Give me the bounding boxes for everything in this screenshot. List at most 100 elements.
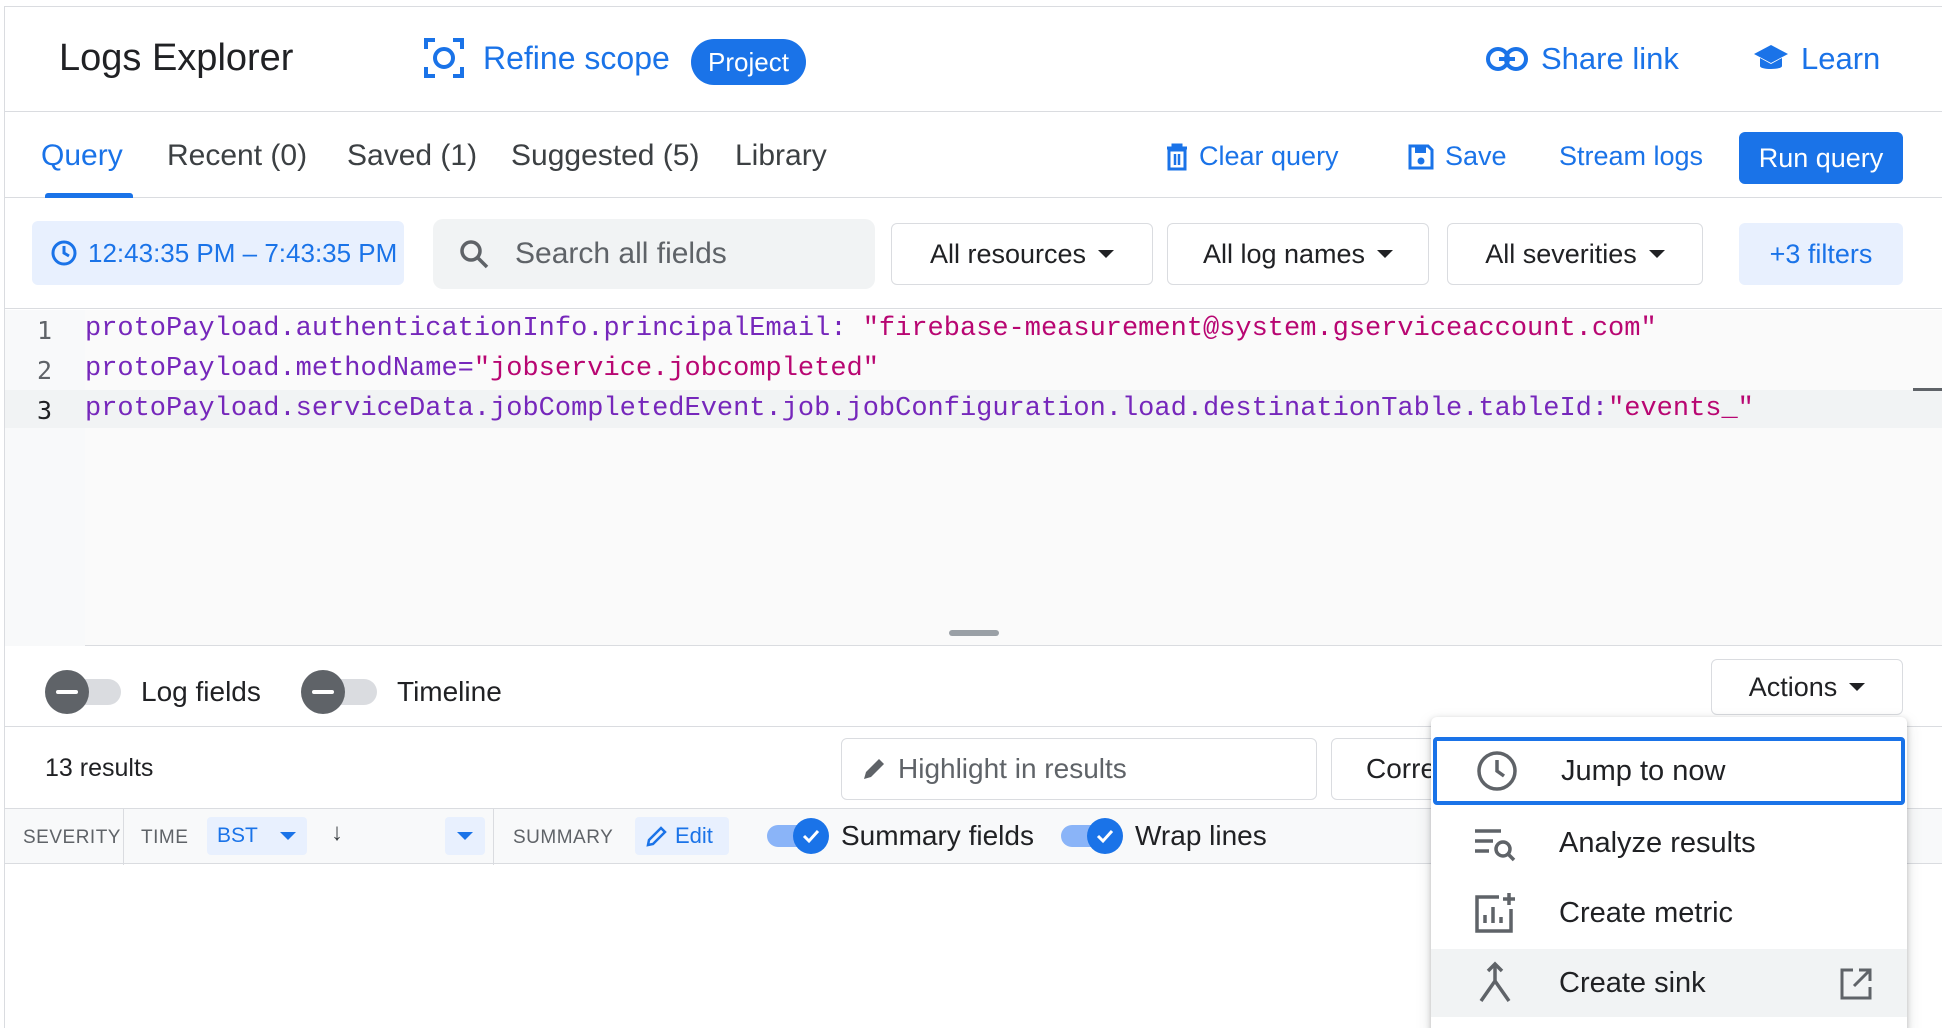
severity-column-header[interactable]: SEVERITY [23, 827, 121, 849]
query-tabs-row: Query Recent (0) Saved (1) Suggested (5)… [5, 113, 1942, 198]
logs-explorer-window: Logs Explorer Refine scope Project Share… [4, 6, 1942, 1028]
menu-item-analyze-results[interactable]: Analyze results [1431, 809, 1907, 877]
save-button[interactable]: Save [1407, 141, 1507, 172]
toggle-switch[interactable] [301, 670, 377, 714]
school-icon [1754, 45, 1788, 69]
menu-item-create-metric[interactable]: Create metric [1431, 879, 1907, 947]
check-icon [1087, 818, 1123, 854]
summary-column-header: SUMMARY [513, 827, 614, 848]
menu-item-jump-to-now[interactable]: Jump to now [1433, 737, 1905, 805]
learn-button[interactable]: Learn [1753, 41, 1880, 77]
clock-icon [51, 240, 77, 266]
clear-query-button[interactable]: Clear query [1165, 141, 1339, 172]
tab-query[interactable]: Query [41, 139, 123, 173]
tab-library[interactable]: Library [735, 139, 827, 173]
resources-dropdown[interactable]: All resources [891, 223, 1153, 285]
save-label: Save [1445, 141, 1507, 171]
pencil-icon [864, 759, 884, 779]
edit-summary-button[interactable]: Edit [635, 817, 729, 855]
page-title: Logs Explorer [59, 37, 294, 79]
wrap-lines-toggle[interactable]: Wrap lines [1061, 817, 1267, 855]
refine-scope-label: Refine scope [483, 39, 670, 76]
sort-descending-icon[interactable]: ↓ [331, 819, 343, 847]
scrollbar-marker [1913, 388, 1942, 391]
query-line[interactable]: protoPayload.serviceData.jobCompletedEve… [85, 394, 1754, 424]
menu-item-label: Create metric [1559, 896, 1734, 929]
toggle-switch[interactable] [1061, 817, 1123, 855]
operator: = [457, 354, 474, 384]
log-names-dropdown[interactable]: All log names [1167, 223, 1429, 285]
metric-icon [1471, 889, 1519, 937]
active-tab-indicator [45, 193, 133, 198]
clock-icon [1473, 747, 1521, 795]
scope-icon [424, 38, 464, 78]
time-range-picker[interactable]: 12:43:35 PM – 7:43:35 PM [32, 221, 404, 285]
operator: : [830, 314, 863, 344]
highlight-placeholder: Highlight in results [898, 753, 1127, 784]
search-all-fields-input[interactable]: Search all fields [433, 219, 875, 289]
log-names-label: All log names [1202, 238, 1366, 269]
panel-toggles-row: Log fields Timeline Actions [5, 647, 1942, 727]
actions-button[interactable]: Actions [1711, 659, 1903, 715]
actions-label: Actions [1748, 671, 1838, 702]
tab-suggested[interactable]: Suggested (5) [511, 139, 699, 173]
merge-icon [1471, 959, 1519, 1007]
pencil-icon [646, 826, 667, 847]
share-link-label: Share link [1541, 41, 1679, 76]
save-icon [1408, 144, 1434, 169]
tab-recent[interactable]: Recent (0) [167, 139, 307, 173]
query-line[interactable]: protoPayload.methodName="jobservice.jobc… [85, 354, 879, 384]
editor-resize-handle[interactable] [949, 630, 999, 636]
timezone-label: BST [217, 824, 258, 847]
time-range-label: 12:43:35 PM – 7:43:35 PM [88, 237, 398, 268]
severities-dropdown[interactable]: All severities [1447, 223, 1703, 285]
timeline-toggle[interactable]: Timeline [301, 670, 502, 714]
log-fields-label: Log fields [141, 676, 261, 707]
clear-query-label: Clear query [1199, 141, 1339, 171]
menu-item-label: Jump to now [1561, 754, 1726, 787]
timezone-dropdown[interactable]: BST [207, 817, 307, 855]
resources-label: All resources [929, 238, 1087, 269]
column-divider [123, 809, 124, 865]
tab-saved[interactable]: Saved (1) [347, 139, 477, 173]
edit-label: Edit [675, 823, 713, 848]
scope-badge[interactable]: Project [691, 39, 806, 85]
time-column-header[interactable]: TIME [141, 827, 188, 849]
trash-icon [1167, 143, 1187, 170]
summary-fields-toggle[interactable]: Summary fields [767, 817, 1034, 855]
stream-logs-button[interactable]: Stream logs [1559, 141, 1703, 172]
share-link-button[interactable]: Share link [1485, 41, 1679, 77]
open-in-new-icon [1839, 967, 1873, 1009]
query-editor[interactable]: 1 protoPayload.authenticationInfo.princi… [5, 310, 1942, 646]
menu-item-create-sink[interactable]: Create sink [1431, 949, 1907, 1017]
search-placeholder: Search all fields [515, 237, 727, 270]
timeline-label: Timeline [397, 676, 502, 707]
actions-menu: Jump to now Analyze results Create metri… [1431, 717, 1907, 1028]
toggle-switch[interactable] [45, 670, 121, 714]
field-key: protoPayload.methodName [85, 354, 458, 384]
search-icon [460, 240, 489, 269]
column-divider [493, 809, 494, 865]
line-number: 1 [37, 316, 53, 345]
more-filters-button[interactable]: +3 filters [1739, 223, 1903, 285]
toggle-switch[interactable] [767, 817, 829, 855]
chevron-down-icon [279, 832, 296, 840]
line-number: 2 [37, 356, 53, 385]
time-format-dropdown[interactable] [445, 817, 485, 855]
minus-icon [301, 670, 345, 714]
header: Logs Explorer Refine scope Project Share… [5, 7, 1942, 112]
run-query-button[interactable]: Run query [1739, 132, 1903, 184]
learn-label: Learn [1801, 41, 1881, 76]
log-fields-toggle[interactable]: Log fields [45, 670, 261, 714]
field-key: protoPayload.serviceData.jobCompletedEve… [85, 394, 1592, 424]
query-line[interactable]: protoPayload.authenticationInfo.principa… [85, 314, 1657, 344]
refine-scope-button[interactable]: Refine scope [423, 37, 670, 79]
chevron-down-icon [1648, 250, 1665, 258]
line-number: 3 [37, 396, 53, 425]
summary-fields-label: Summary fields [841, 820, 1034, 851]
severities-label: All severities [1485, 238, 1637, 269]
highlight-in-results-input[interactable]: Highlight in results [841, 738, 1317, 800]
chevron-down-icon [1377, 250, 1394, 258]
field-value: "firebase-measurement@system.gserviceacc… [862, 314, 1657, 344]
check-icon [793, 818, 829, 854]
